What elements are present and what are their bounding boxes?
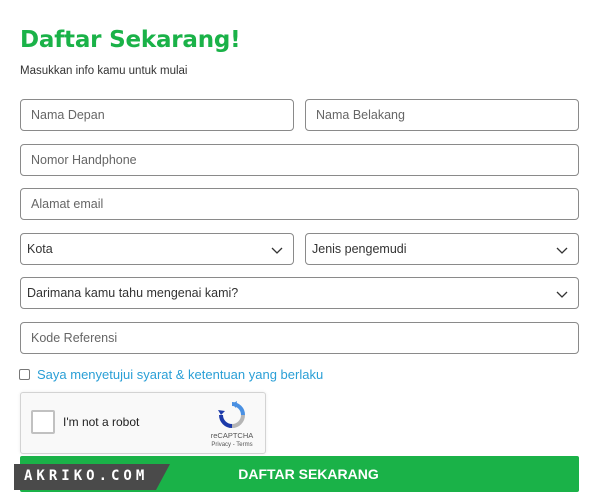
terms-row: Saya menyetujui syarat & ketentuan yang … xyxy=(19,367,323,382)
page-subtitle: Masukkan info kamu untuk mulai xyxy=(20,65,188,77)
email-input[interactable] xyxy=(20,188,579,220)
referral-code-input[interactable] xyxy=(20,322,579,354)
first-name-input[interactable] xyxy=(20,99,294,131)
chevron-down-icon xyxy=(271,247,283,254)
recaptcha-label: I'm not a robot xyxy=(63,415,140,429)
phone-input[interactable] xyxy=(20,144,579,176)
source-select-value: Darimana kamu tahu mengenai kami? xyxy=(27,286,239,300)
city-select[interactable]: Kota xyxy=(20,233,294,265)
recaptcha-logo-icon xyxy=(218,401,245,428)
city-select-value: Kota xyxy=(27,242,53,256)
page-title: Daftar Sekarang! xyxy=(20,27,241,53)
driver-type-select-value: Jenis pengemudi xyxy=(312,242,407,256)
chevron-down-icon xyxy=(556,247,568,254)
recaptcha-brand: reCAPTCHA xyxy=(210,431,254,440)
recaptcha-links[interactable]: Privacy - Terms xyxy=(207,442,257,448)
driver-type-select[interactable]: Jenis pengemudi xyxy=(305,233,579,265)
last-name-input[interactable] xyxy=(305,99,579,131)
terms-checkbox[interactable] xyxy=(19,369,30,380)
source-select[interactable]: Darimana kamu tahu mengenai kami? xyxy=(20,277,579,309)
chevron-down-icon xyxy=(556,291,568,298)
watermark: AKRIKO.COM xyxy=(14,464,170,490)
watermark-text: AKRIKO.COM xyxy=(24,468,149,484)
terms-link[interactable]: Saya menyetujui syarat & ketentuan yang … xyxy=(37,367,323,382)
recaptcha-checkbox[interactable] xyxy=(31,410,55,434)
recaptcha-widget: I'm not a robot reCAPTCHA Privacy - Term… xyxy=(20,392,266,454)
